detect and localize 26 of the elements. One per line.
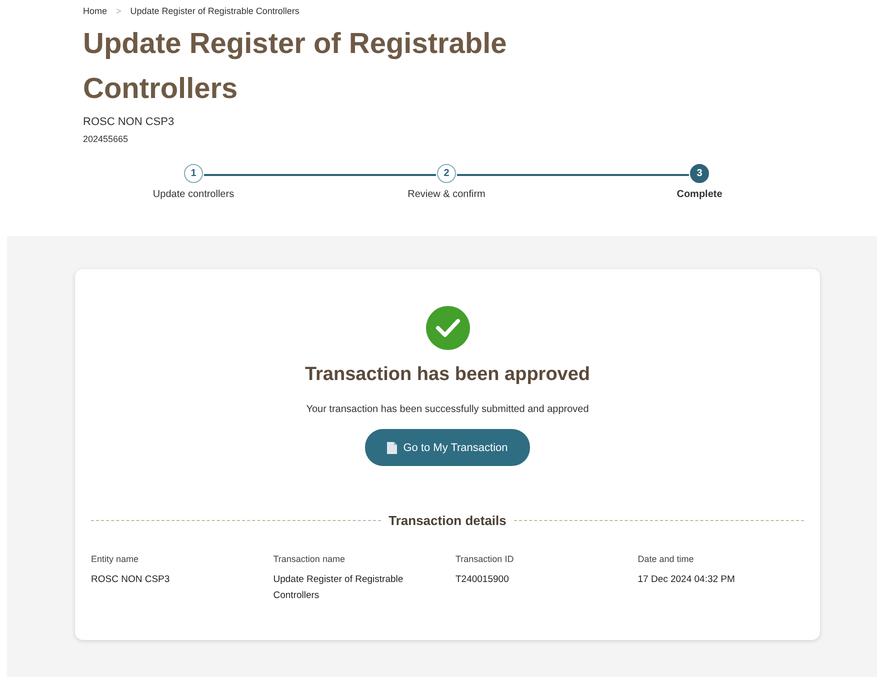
breadcrumb-link[interactable]: Update Register of Registrable Controllers [130, 6, 300, 16]
page-title: Update Register of Registrable Controllers [83, 27, 508, 107]
entity-name: ROSC NON CSP3 [83, 116, 176, 128]
field-value: T240015900 [456, 573, 510, 587]
entity-number: 202455665 [83, 134, 130, 144]
field-label: Date and time [638, 554, 695, 564]
result-heading: Transaction has been approved [304, 364, 590, 386]
breadcrumb-link[interactable]: Home [83, 6, 108, 16]
check-icon [426, 306, 470, 350]
field-value: Update Register of Registrable Controllers [273, 573, 404, 603]
step-label: Review & confirm [408, 189, 486, 200]
step-label: Complete [676, 189, 722, 200]
field-value: ROSC NON CSP3 [91, 573, 171, 587]
section-heading: Transaction details [388, 513, 506, 528]
result-message: Your transaction has been successfully submitted and approved [306, 404, 589, 415]
breadcrumb-separator: > [116, 6, 122, 16]
step-number: 1 [184, 164, 203, 183]
document-icon [387, 442, 398, 454]
step-number: 3 [690, 164, 709, 183]
field-value: 17 Dec 2024 04:32 PM [638, 573, 736, 587]
step-number: 2 [437, 164, 456, 183]
field-label: Transaction ID [456, 554, 515, 564]
field-label: Transaction name [273, 554, 346, 564]
go-to-transaction-button[interactable]: Go to My Transaction [365, 429, 530, 466]
step-label: Update controllers [152, 189, 234, 200]
field-label: Entity name [91, 554, 140, 564]
